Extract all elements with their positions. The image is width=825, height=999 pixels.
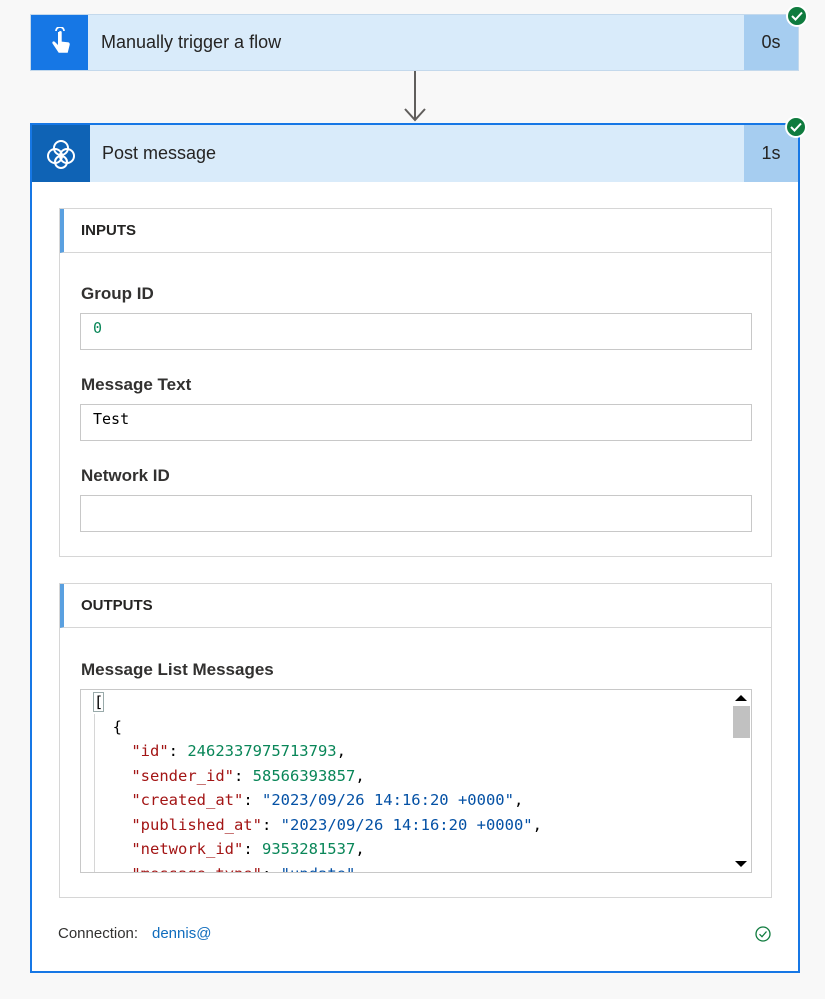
connection-link[interactable]: dennis@ bbox=[152, 925, 211, 942]
trigger-title: Manually trigger a flow bbox=[101, 32, 282, 52]
json-value: "update" bbox=[281, 865, 356, 873]
json-key: "message_type" bbox=[131, 865, 262, 873]
json-key: "id" bbox=[131, 742, 169, 760]
scroll-thumb[interactable] bbox=[733, 706, 750, 738]
json-value: 9353281537 bbox=[261, 840, 356, 858]
network-id-label: Network ID bbox=[81, 466, 170, 485]
message-list-label: Message List Messages bbox=[81, 660, 274, 679]
json-key: "sender_id" bbox=[131, 766, 234, 785]
json-line: "id": 2462337975713793, bbox=[131, 742, 346, 760]
connection-label: Connection: bbox=[58, 925, 139, 942]
json-line: "network_id": 9353281537, bbox=[131, 840, 365, 858]
outputs-heading: OUTPUTS bbox=[60, 584, 771, 628]
json-value: 2462337975713793 bbox=[187, 742, 337, 760]
json-line: "created_at": "2023/09/26 14:16:20 +0000… bbox=[131, 791, 524, 809]
touch-hand-icon bbox=[31, 15, 88, 70]
action-card: Post message 1s INPUTS Group ID 0 Messag… bbox=[30, 123, 800, 973]
json-value: "2023/09/26 14:16:20 +0000" bbox=[280, 815, 533, 834]
inputs-section: INPUTS Group ID 0 Message Text Test Netw… bbox=[59, 208, 772, 557]
json-value: "2023/09/26 14:16:20 +0000" bbox=[261, 791, 514, 809]
trigger-card[interactable]: Manually trigger a flow 0s bbox=[30, 14, 799, 71]
scroll-down-icon[interactable] bbox=[735, 861, 747, 867]
json-line: "sender_id": 58566393857, bbox=[131, 766, 365, 785]
json-line: "message_type": "update", bbox=[94, 862, 542, 873]
json-punct: { bbox=[94, 717, 122, 736]
connection-ok-icon bbox=[755, 926, 771, 942]
json-key: "network_id" bbox=[131, 840, 244, 858]
json-punct: [ bbox=[92, 692, 105, 712]
scroll-up-icon[interactable] bbox=[735, 695, 747, 701]
action-success-icon bbox=[785, 116, 807, 138]
json-line: [ bbox=[92, 690, 542, 715]
json-output-viewer[interactable]: [ { "id": 2462337975713793, "sender_id":… bbox=[80, 689, 752, 873]
json-line: { bbox=[94, 715, 542, 740]
json-key: "published_at" bbox=[131, 815, 262, 834]
inputs-heading: INPUTS bbox=[60, 209, 771, 253]
network-id-field bbox=[80, 495, 752, 532]
yammer-icon bbox=[32, 125, 90, 182]
json-line: "published_at": "2023/09/26 14:16:20 +00… bbox=[131, 815, 542, 834]
json-value: 58566393857 bbox=[252, 766, 356, 785]
group-id-field: 0 bbox=[80, 313, 752, 350]
arrow-down-icon bbox=[404, 71, 426, 122]
message-text-label: Message Text bbox=[81, 375, 192, 394]
action-title: Post message bbox=[102, 143, 217, 163]
trigger-success-icon bbox=[786, 5, 808, 27]
scrollbar[interactable] bbox=[731, 690, 751, 872]
action-header[interactable]: Post message 1s bbox=[32, 125, 798, 182]
json-code: [ { "id": 2462337975713793, "sender_id":… bbox=[92, 690, 542, 873]
outputs-section: OUTPUTS Message List Messages [ { "id": … bbox=[59, 583, 772, 898]
group-id-label: Group ID bbox=[81, 284, 154, 303]
message-text-field: Test bbox=[80, 404, 752, 441]
json-key: "created_at" bbox=[131, 791, 244, 809]
